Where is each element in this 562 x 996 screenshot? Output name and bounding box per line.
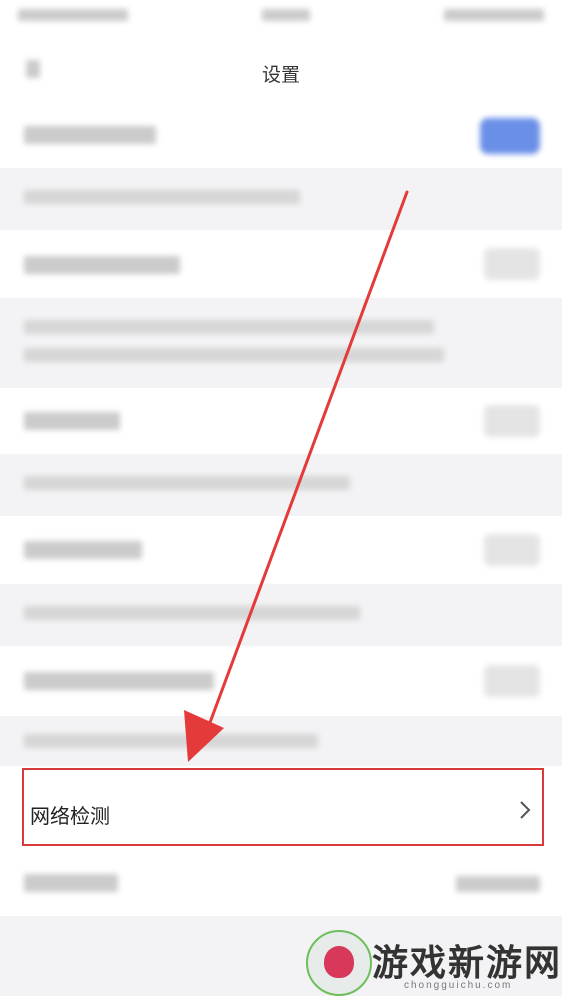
- annotation-arrow: [184, 190, 409, 762]
- watermark-url: chongguichu.com: [404, 980, 513, 991]
- watermark-logo-icon: [306, 930, 372, 996]
- watermark: 游戏新游网 chongguichu.com: [300, 930, 562, 996]
- watermark-name: 游戏新游网: [372, 942, 562, 983]
